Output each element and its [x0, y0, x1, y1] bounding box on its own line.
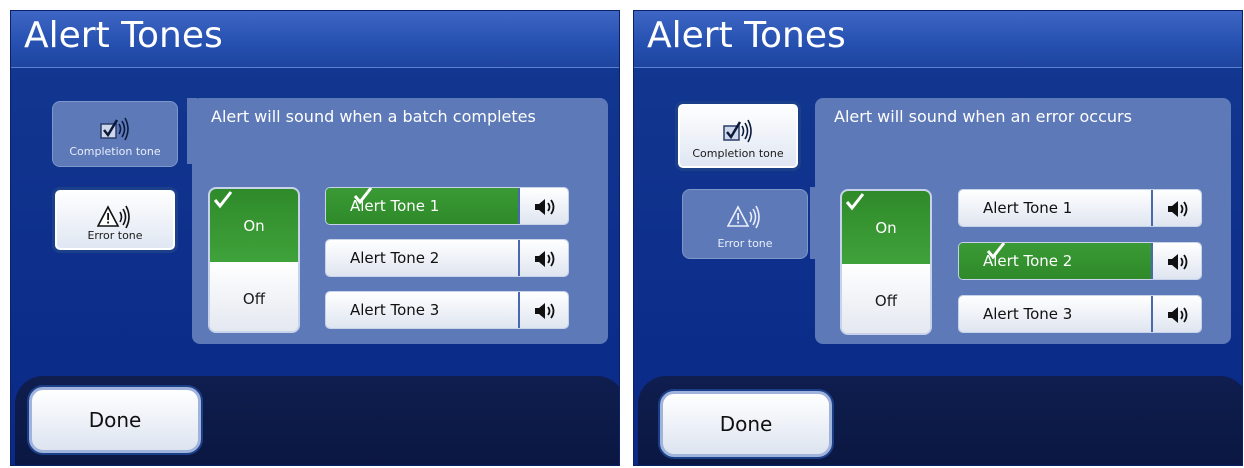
completion-tone-tab[interactable]: Completion tone — [675, 101, 801, 171]
checkmark-icon — [328, 188, 374, 220]
tone-row-2[interactable]: Alert Tone 2 — [958, 242, 1202, 280]
tone-row-2[interactable]: Alert Tone 2 — [325, 239, 569, 277]
on-off-toggle: On Off — [208, 187, 300, 333]
panel-description: Alert will sound when an error occurs — [834, 107, 1132, 126]
tone-3-label: Alert Tone 3 — [350, 301, 440, 319]
speaker-icon — [1168, 307, 1188, 323]
off-label: Off — [242, 290, 266, 308]
tone-row-1[interactable]: Alert Tone 1 — [958, 189, 1202, 227]
play-tone-3-button[interactable] — [520, 292, 568, 328]
checkmark-icon — [961, 243, 1007, 275]
tone-2-button[interactable]: Alert Tone 2 — [326, 240, 518, 276]
tone-row-1[interactable]: Alert Tone 1 — [325, 187, 569, 225]
checkbox-sound-icon — [720, 116, 756, 149]
title-bar: Alert Tones — [634, 11, 1242, 68]
on-option[interactable]: On — [842, 191, 930, 264]
error-tone-tab[interactable]: Error tone — [52, 187, 178, 253]
tone-row-3[interactable]: Alert Tone 3 — [325, 291, 569, 329]
on-label: On — [875, 219, 897, 237]
tone-1-button[interactable]: Alert Tone 1 — [326, 188, 518, 224]
checkbox-sound-icon — [97, 114, 133, 147]
speaker-icon — [1168, 201, 1188, 217]
off-option[interactable]: Off — [842, 264, 930, 333]
alert-tones-screen-error: Alert Tones Alert will sound when an err… — [633, 10, 1243, 466]
panel-description: Alert will sound when a batch completes — [211, 107, 536, 126]
tone-1-label: Alert Tone 1 — [983, 199, 1073, 217]
page-title: Alert Tones — [24, 15, 223, 56]
play-tone-3-button[interactable] — [1153, 296, 1201, 332]
tone-1-button[interactable]: Alert Tone 1 — [959, 190, 1151, 226]
page-title: Alert Tones — [647, 15, 846, 56]
completion-tone-tab[interactable]: Completion tone — [52, 101, 178, 167]
alert-tones-screen-completion: Alert Tones Alert will sound when a batc… — [10, 10, 620, 466]
tone-3-button[interactable]: Alert Tone 3 — [959, 296, 1151, 332]
speaker-icon — [535, 199, 555, 215]
tone-3-button[interactable]: Alert Tone 3 — [326, 292, 518, 328]
error-tone-tab[interactable]: Error tone — [682, 189, 808, 259]
checkmark-icon — [212, 189, 234, 215]
warning-sound-icon — [726, 202, 763, 235]
play-tone-1-button[interactable] — [1153, 190, 1201, 226]
error-tone-label: Error tone — [87, 229, 143, 242]
tone-row-3[interactable]: Alert Tone 3 — [958, 295, 1202, 333]
error-tone-label: Error tone — [717, 237, 773, 250]
speaker-icon — [535, 251, 555, 267]
on-option[interactable]: On — [210, 189, 298, 262]
off-option[interactable]: Off — [210, 262, 298, 331]
off-label: Off — [874, 292, 898, 310]
tone-3-label: Alert Tone 3 — [983, 305, 1073, 323]
speaker-icon — [535, 303, 555, 319]
play-tone-2-button[interactable] — [1153, 243, 1201, 279]
on-label: On — [243, 217, 265, 235]
done-button[interactable]: Done — [29, 387, 201, 453]
tone-2-button[interactable]: Alert Tone 2 — [959, 243, 1151, 279]
play-tone-2-button[interactable] — [520, 240, 568, 276]
done-button[interactable]: Done — [660, 391, 832, 457]
on-off-toggle: On Off — [840, 189, 932, 335]
completion-tone-label: Completion tone — [69, 145, 161, 158]
title-bar: Alert Tones — [11, 11, 619, 68]
tone-2-label: Alert Tone 2 — [350, 249, 440, 267]
checkmark-icon — [844, 191, 866, 217]
speaker-icon — [1168, 254, 1188, 270]
play-tone-1-button[interactable] — [520, 188, 568, 224]
completion-tone-label: Completion tone — [692, 147, 784, 160]
